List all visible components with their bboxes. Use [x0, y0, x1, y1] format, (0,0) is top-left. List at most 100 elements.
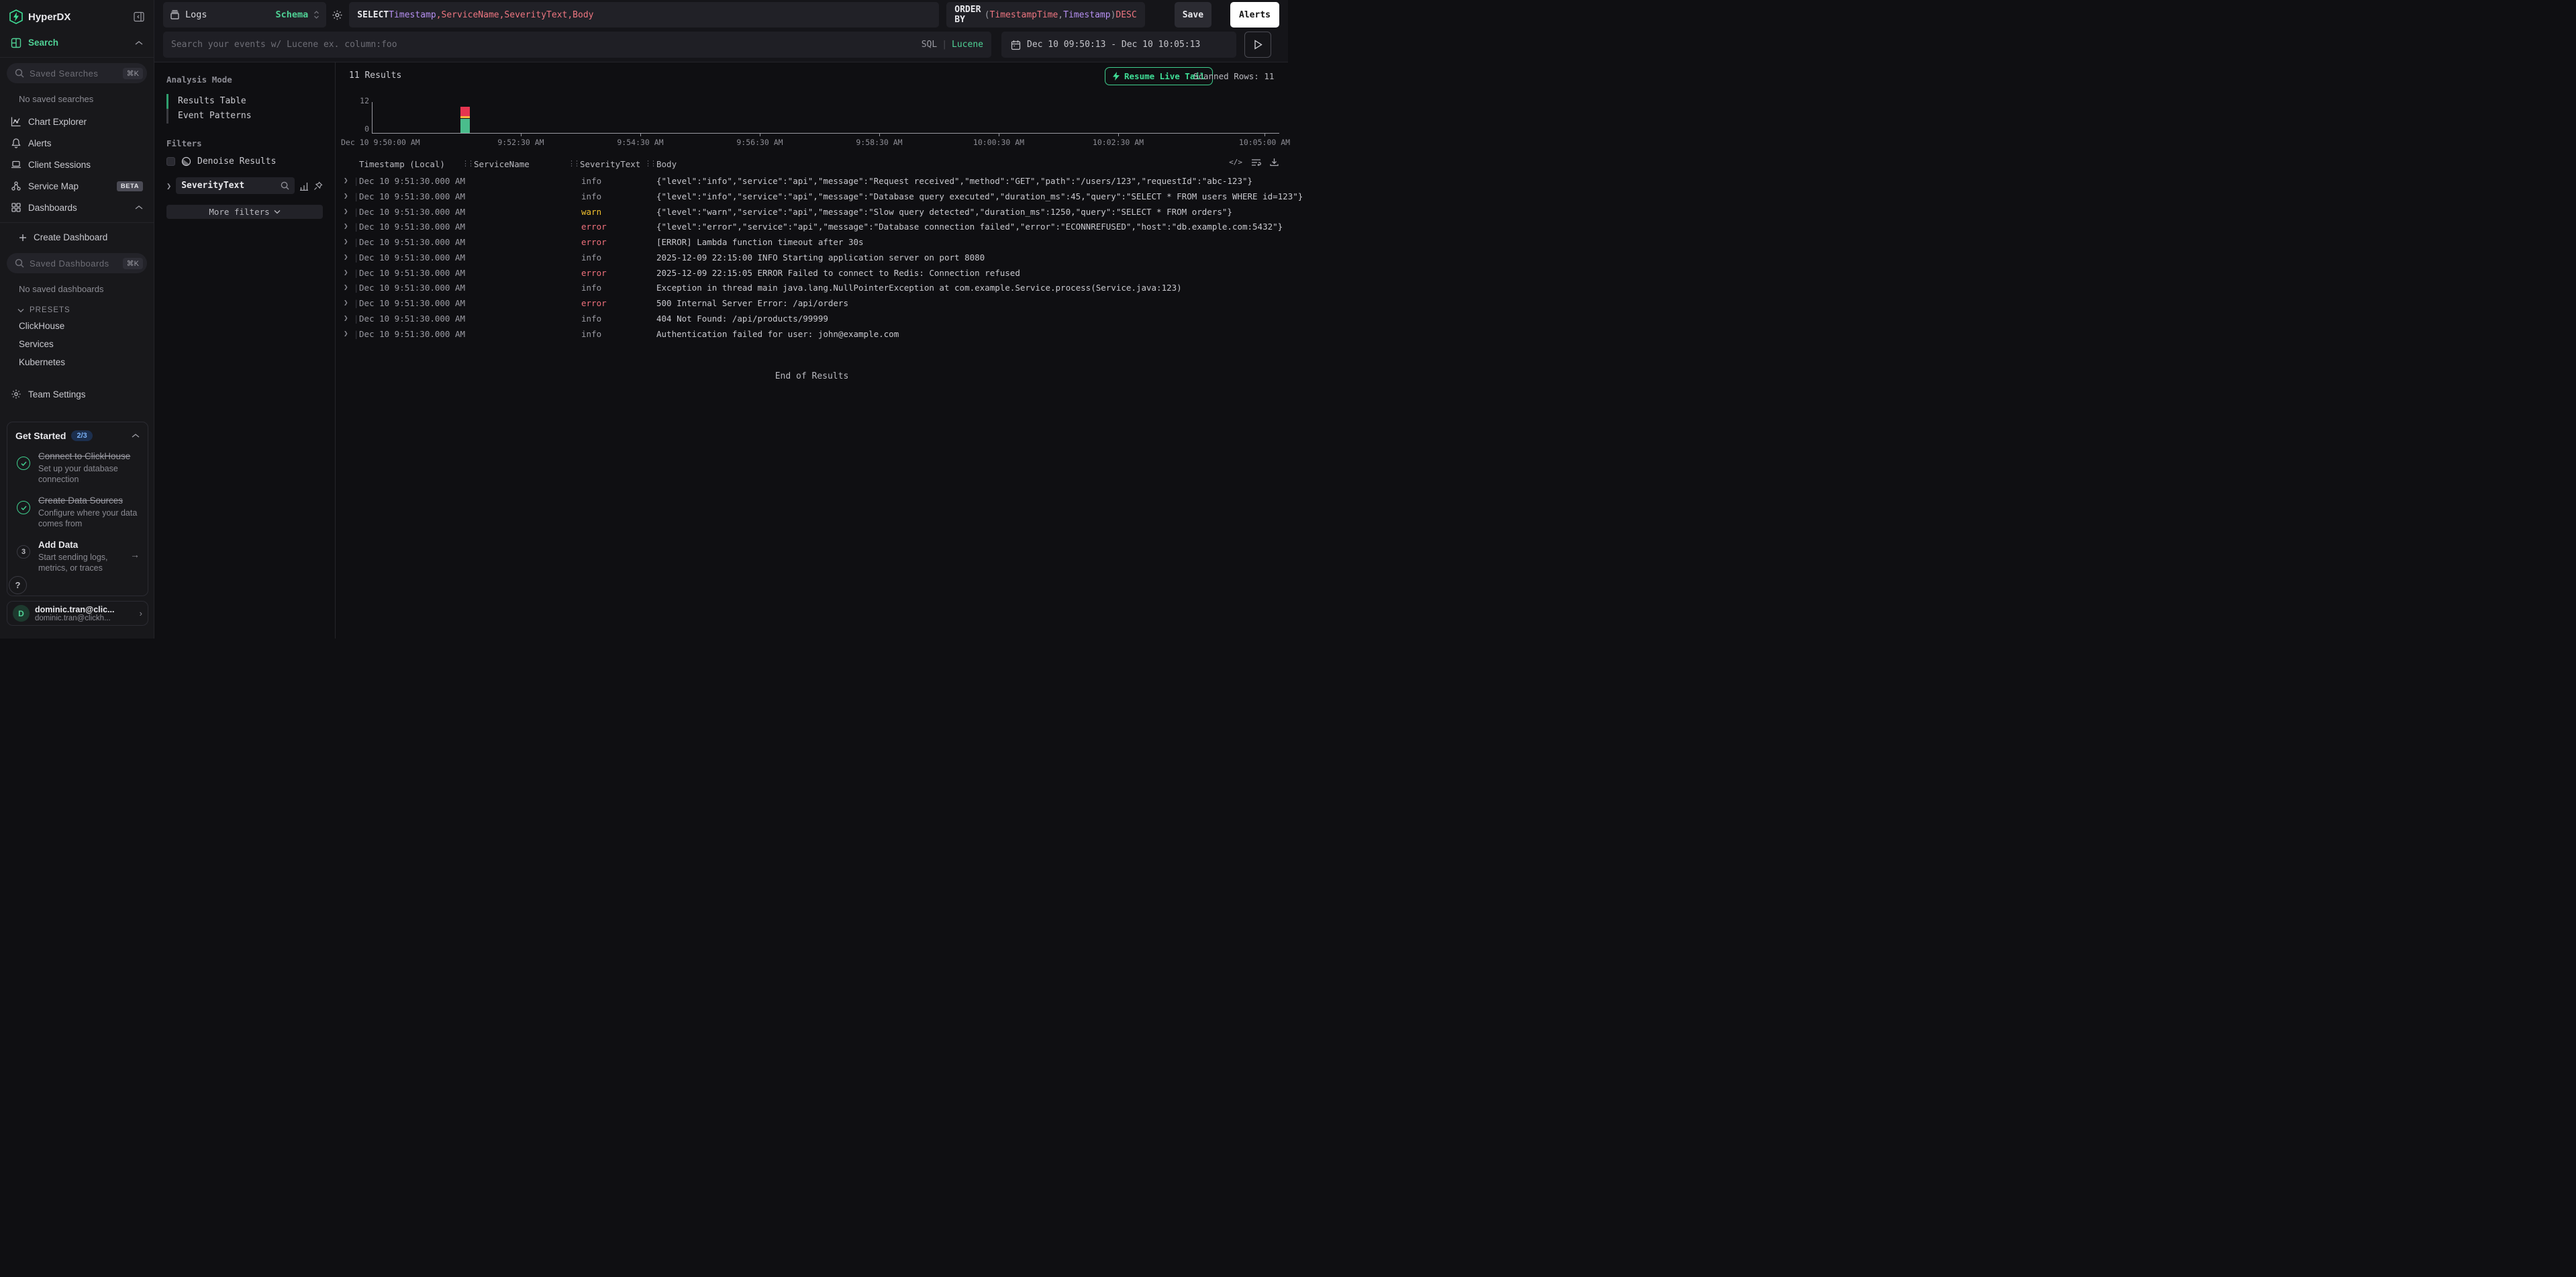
expand-row-icon[interactable]: ❯ [344, 252, 348, 261]
orderby-paren2: ) [1111, 10, 1116, 20]
table-row[interactable]: ❯ | Dec 10 9:51:30.000 AM info Authentic… [336, 327, 1288, 342]
expand-row-icon[interactable]: ❯ [344, 268, 348, 277]
beta-badge: BETA [117, 181, 143, 191]
sidebar-divider [0, 222, 154, 223]
row-body: [ERROR] Lambda function timeout after 30… [656, 237, 864, 247]
source-settings-gear-icon[interactable] [332, 9, 343, 21]
expand-row-icon[interactable]: ❯ [344, 222, 348, 230]
bar-chart-icon[interactable] [299, 181, 309, 191]
orderby-keyword: ORDER BY [954, 5, 984, 25]
expand-filter-icon[interactable]: ❯ [166, 181, 171, 191]
expand-row-icon[interactable]: ❯ [344, 283, 348, 291]
saved-searches-input[interactable]: Saved Searches ⌘K [7, 63, 147, 83]
sidebar-item-dashboards[interactable]: Dashboards [0, 197, 154, 218]
table-row[interactable]: ❯ | Dec 10 9:51:30.000 AM error {"level"… [336, 220, 1288, 235]
sidebar-item-alerts[interactable]: Alerts [0, 132, 154, 154]
step-title: Create Data Sources [38, 495, 123, 506]
drag-handle-icon[interactable]: ⋮⋮ [644, 159, 655, 168]
expand-row-icon[interactable]: ❯ [344, 329, 348, 338]
user-account-button[interactable]: D dominic.tran@clic... dominic.tran@clic… [7, 601, 148, 626]
denoise-results-toggle[interactable]: Denoise Results [166, 156, 323, 167]
preset-services[interactable]: Services [0, 335, 154, 353]
row-severity: info [581, 329, 601, 339]
run-query-button[interactable] [1244, 32, 1271, 58]
pin-icon[interactable] [313, 181, 323, 191]
get-started-step-add-data[interactable]: 3 Add Data Start sending logs, metrics, … [7, 534, 148, 578]
select-field-timestamp: Timestamp [389, 10, 436, 20]
row-severity: error [581, 268, 607, 278]
event-search-input[interactable]: Search your events w/ Lucene ex. column:… [163, 32, 991, 58]
search-icon [15, 68, 24, 78]
get-started-step-connect[interactable]: Connect to ClickHouse Set up your databa… [7, 445, 148, 489]
table-row[interactable]: ❯ | Dec 10 9:51:30.000 AM info 2025-12-0… [336, 250, 1288, 266]
expand-row-icon[interactable]: ❯ [344, 298, 348, 307]
expand-row-icon[interactable]: ❯ [344, 176, 348, 185]
drag-handle-icon[interactable]: ⋮⋮ [568, 159, 579, 168]
table-row[interactable]: ❯ | Dec 10 9:51:30.000 AM error 500 Inte… [336, 296, 1288, 312]
bar-segment-error[interactable] [460, 107, 470, 116]
language-toggle-lucene[interactable]: Lucene [952, 40, 983, 50]
source-selector[interactable]: Logs Schema [163, 2, 326, 28]
sidebar-item-team-settings[interactable]: Team Settings [0, 383, 154, 405]
alerts-button[interactable]: Alerts [1230, 2, 1279, 28]
more-filters-button[interactable]: More filters [166, 205, 323, 219]
table-row[interactable]: ❯ | Dec 10 9:51:30.000 AM info 404 Not F… [336, 312, 1288, 327]
language-separator: | [942, 40, 947, 50]
col-servicename[interactable]: ServiceName [474, 159, 530, 169]
severity-filter-field[interactable]: SeverityText [176, 177, 295, 194]
table-row[interactable]: ❯ | Dec 10 9:51:30.000 AM info Exception… [336, 281, 1288, 296]
row-severity: info [581, 176, 601, 186]
row-timestamp: Dec 10 9:51:30.000 AM [359, 329, 465, 339]
language-toggle-sql[interactable]: SQL [922, 40, 937, 50]
wrap-lines-icon[interactable] [1251, 158, 1261, 167]
create-dashboard-label: Create Dashboard [34, 232, 107, 242]
code-view-icon[interactable]: </> [1229, 158, 1242, 167]
create-dashboard-button[interactable]: Create Dashboard [0, 227, 154, 248]
expand-row-icon[interactable]: ❯ [344, 191, 348, 200]
table-row[interactable]: ❯ | Dec 10 9:51:30.000 AM error 2025-12-… [336, 266, 1288, 281]
expand-row-icon[interactable]: ❯ [344, 207, 348, 216]
row-timestamp: Dec 10 9:51:30.000 AM [359, 283, 465, 293]
table-row[interactable]: ❯ | Dec 10 9:51:30.000 AM info {"level":… [336, 189, 1288, 205]
preset-clickhouse[interactable]: ClickHouse [0, 317, 154, 335]
gear-icon [11, 389, 21, 399]
saved-dashboards-input[interactable]: Saved Dashboards ⌘K [7, 253, 147, 273]
bar-segment-warn[interactable] [460, 116, 470, 119]
sidebar-item-label: Client Sessions [28, 160, 143, 170]
get-started-step-sources[interactable]: Create Data Sources Configure where your… [7, 489, 148, 534]
col-severitytext[interactable]: SeverityText [580, 159, 640, 169]
saved-dashboards-placeholder: Saved Dashboards [30, 258, 117, 269]
tab-results-table[interactable]: Results Table [168, 94, 323, 109]
date-range-picker[interactable]: Dec 10 09:50:13 - Dec 10 10:05:13 [1001, 32, 1236, 58]
table-row[interactable]: ❯ | Dec 10 9:51:30.000 AM warn {"level":… [336, 205, 1288, 220]
sidebar-item-client-sessions[interactable]: Client Sessions [0, 154, 154, 175]
schema-toggle[interactable]: Schema [275, 9, 308, 20]
presets-header[interactable]: PRESETS [0, 301, 154, 317]
tab-event-patterns[interactable]: Event Patterns [168, 109, 323, 124]
preset-kubernetes[interactable]: Kubernetes [0, 353, 154, 371]
select-clause-input[interactable]: SELECT Timestamp ,ServiceName,SeverityTe… [349, 2, 939, 28]
get-started-header[interactable]: Get Started 2/3 [7, 422, 148, 445]
col-timestamp[interactable]: Timestamp (Local) [359, 159, 445, 169]
step-title: Connect to ClickHouse [38, 451, 130, 461]
sidebar-item-chart-explorer[interactable]: Chart Explorer [0, 111, 154, 132]
table-row[interactable]: ❯ | Dec 10 9:51:30.000 AM error [ERROR] … [336, 235, 1288, 250]
drag-handle-icon[interactable]: ⋮⋮ [462, 159, 473, 168]
sidebar-item-search[interactable]: Search [0, 31, 154, 58]
denoise-checkbox[interactable] [166, 157, 175, 166]
expand-row-icon[interactable]: ❯ [344, 237, 348, 246]
expand-row-icon[interactable]: ❯ [344, 314, 348, 322]
bar-segment-info[interactable] [460, 119, 470, 134]
sidebar-item-label: Service Map [28, 181, 110, 191]
scanned-rows: Scanned Rows: 11 [1193, 71, 1274, 81]
row-body: 500 Internal Server Error: /api/orders [656, 298, 848, 308]
col-body[interactable]: Body [656, 159, 677, 169]
sidebar-item-service-map[interactable]: Service Map BETA [0, 175, 154, 197]
collapse-sidebar-icon[interactable] [134, 11, 144, 22]
help-button[interactable]: ? [9, 576, 27, 594]
save-button[interactable]: Save [1175, 2, 1211, 28]
get-started-title: Get Started [15, 430, 66, 441]
table-row[interactable]: ❯ | Dec 10 9:51:30.000 AM info {"level":… [336, 174, 1288, 189]
download-icon[interactable] [1270, 158, 1279, 167]
order-by-input[interactable]: ORDER BY ( TimestampTime , Timestamp ) D… [946, 2, 1144, 28]
